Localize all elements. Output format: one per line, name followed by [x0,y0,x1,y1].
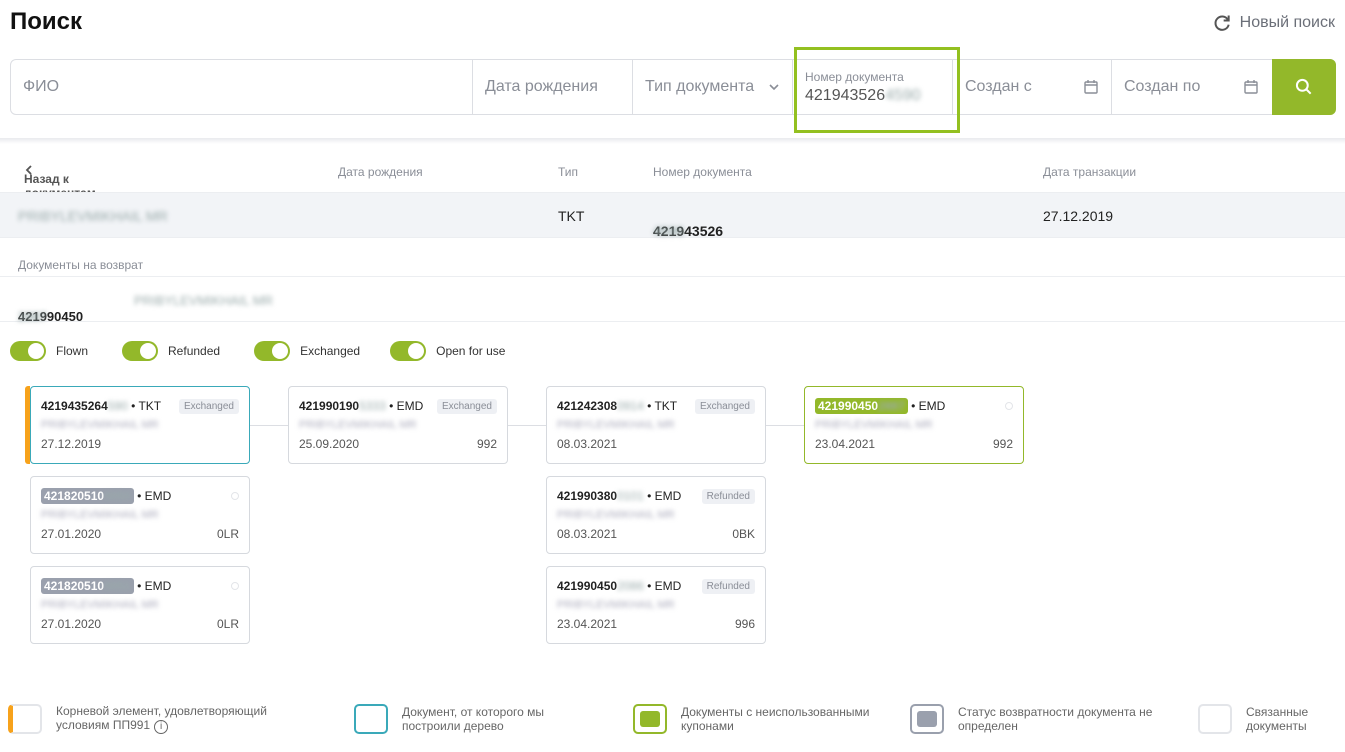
legend-swatch [8,704,42,734]
status-dot [231,582,239,590]
search-icon [1295,78,1312,95]
refund-name: PRIBYLEVMIKHAIL MR [134,293,273,308]
legend-root: Корневой элемент, удовлетворяющий услови… [8,704,288,734]
connector [508,425,546,426]
legend-related: Связанные документы [1198,704,1338,734]
created-from-label: Создан с [965,78,1032,95]
birth-date-input[interactable]: Дата рождения [473,60,633,114]
status-badge: Exchanged [694,398,755,414]
connector [766,425,804,426]
fio-input[interactable]: ФИО [11,60,473,114]
new-search-label: Новый поиск [1239,14,1335,31]
switch[interactable] [390,341,427,361]
refresh-icon [1214,15,1230,31]
doc-card[interactable]: 4212423080914 • TKT Exchanged PRIBYLEVMIK… [546,386,766,464]
row-name: PRIBYLEVMIKHAIL MR [18,208,168,224]
doc-card-unused[interactable]: 4219904502887 • EMD PRIBYLEVMIKHAIL MR 2… [804,386,1024,464]
doc-card[interactable]: 4218205100050 • EMD PRIBYLEVMIKHAIL MR 2… [30,476,250,554]
toggle-exchanged[interactable]: Exchanged [254,341,360,361]
created-to-input[interactable]: Создан по [1112,60,1271,114]
legend-swatch [354,704,388,734]
status-badge: Refunded [701,488,755,504]
info-icon[interactable]: i [154,720,169,734]
doc-type-label: Тип документа [645,78,755,95]
switch[interactable] [122,341,159,361]
legend-swatch [910,704,944,734]
legend-undefined: Статус возвратности документа не определ… [910,704,1170,734]
legend-unused: Документы с неиспользованными купонами [633,704,883,734]
divider [0,138,1345,144]
created-from-input[interactable]: Создан с [953,60,1112,114]
doc-card[interactable]: 4219904502086 • EMD Refunded PRIBYLEVMIKH… [546,566,766,644]
switch[interactable] [254,341,291,361]
status-dot [1005,402,1013,410]
back-to-documents-link[interactable]: Назад к документам [24,165,96,200]
toggle-open-for-use[interactable]: Open for use [390,341,505,361]
filter-toggles: Flown Refunded Exchanged Open for use [10,341,535,361]
calendar-icon [1244,80,1258,94]
calendar-icon [1084,80,1098,94]
doc-card[interactable]: 4219901905333 • EMD Exchanged PRIBYLEVMIK… [288,386,508,464]
page-title: Поиск [10,8,83,35]
legend-selected: Документ, от которого мы построили дерев… [354,704,564,734]
new-search-button[interactable]: Новый поиск [1212,13,1335,33]
created-to-label: Создан по [1124,78,1201,95]
col-birth: Дата рождения [338,165,423,179]
table-header: Назад к документам Дата рождения Тип Ном… [0,158,1345,200]
table-row[interactable]: PRIBYLEVMIKHAIL MR TKT 421943526 4590 27.… [0,192,1345,239]
doc-type-select[interactable]: Тип документа [633,60,793,114]
chevron-down-icon [769,84,779,91]
legend-swatch [1198,704,1232,734]
status-badge: Exchanged [436,398,497,414]
switch[interactable] [10,341,46,361]
connector [250,425,288,426]
col-date: Дата транзакции [1043,165,1137,179]
search-button[interactable] [1272,59,1336,115]
row-type: TKT [558,208,585,224]
row-date: 27.12.2019 [1043,208,1114,224]
status-dot [231,492,239,500]
legend-swatch [633,704,667,734]
refund-label: Документы на возврат [18,258,144,272]
search-bar: ФИО Дата рождения Тип документа Номер до… [10,59,1336,115]
doc-number-highlight [794,47,960,133]
toggle-refunded[interactable]: Refunded [122,341,220,361]
doc-card[interactable]: 4219903800101 • EMD Refunded PRIBYLEVMIKH… [546,476,766,554]
refund-row[interactable]: 421990450 2887 PRIBYLEVMIKHAIL MR [0,276,1345,324]
col-type: Тип [558,165,579,179]
toggle-flown[interactable]: Flown [10,341,88,361]
doc-card[interactable]: 4218205100051 • EMD PRIBYLEVMIKHAIL MR 2… [30,566,250,644]
doc-card-root[interactable]: 4219435264590 • TKT Exchanged PRIBYLEVMIK… [25,386,250,464]
status-badge: Refunded [701,578,755,594]
col-docnum: Номер документа [653,165,752,179]
status-badge: Exchanged [178,398,239,414]
